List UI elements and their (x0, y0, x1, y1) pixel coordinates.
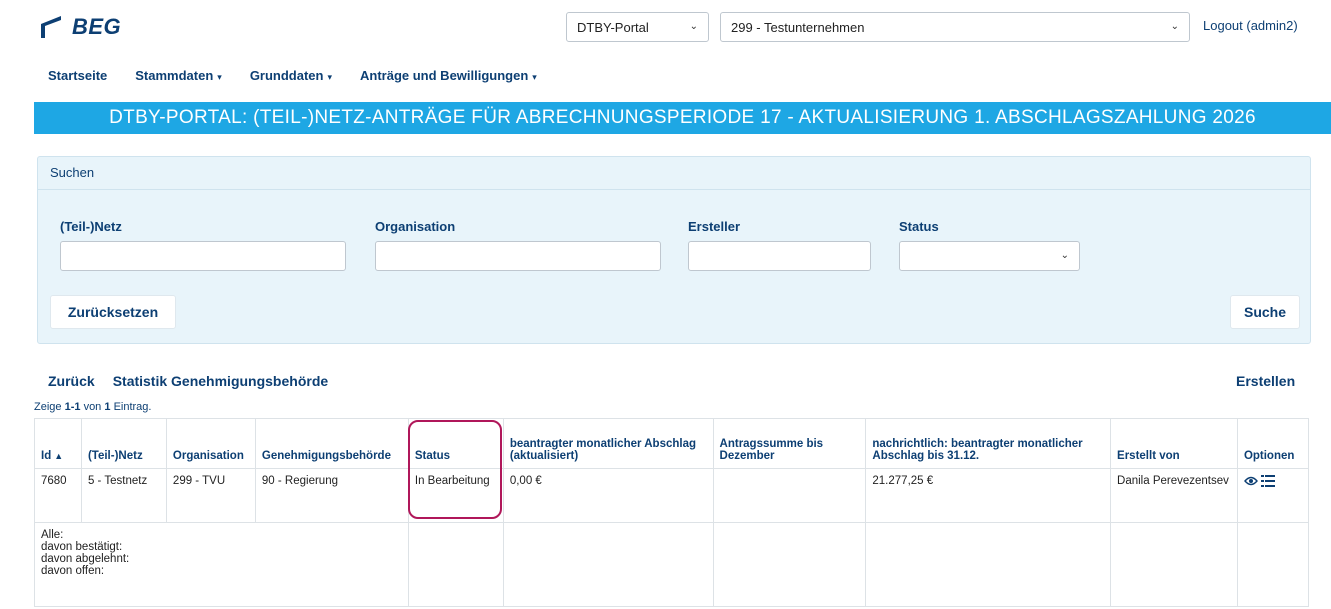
summary-of: von (83, 401, 102, 413)
logo-text: BEG (72, 14, 122, 39)
ersteller-input[interactable] (688, 241, 871, 271)
stats-link[interactable]: Statistik Genehmigungsbehörde (113, 373, 328, 389)
main-nav: Startseite Stammdaten ▾ Grunddaten ▾ Anträ… (48, 68, 537, 83)
sort-ascending-icon: ▲ (54, 451, 64, 461)
nav-antraege-label: Anträge und Bewilligungen (360, 68, 529, 83)
caret-down-icon: ▾ (532, 72, 537, 82)
totals-cell (502, 522, 714, 607)
cell-optionen (1236, 468, 1310, 523)
summary-range: 1-1 (64, 401, 81, 413)
create-link[interactable]: Erstellen (1236, 373, 1295, 389)
col-header-abschlag[interactable]: beantragter monatlicher Abschlag (aktual… (502, 418, 714, 469)
col-header-status[interactable]: Status (407, 418, 504, 469)
back-link[interactable]: Zurück (48, 373, 95, 389)
nav-antraege[interactable]: Anträge und Bewilligungen ▾ (360, 68, 537, 83)
chevron-down-icon: ⌄ (1170, 21, 1179, 32)
search-panel: Suchen (Teil-)Netz Organisation Erstelle… (37, 156, 1311, 344)
cell-nachrichtlich: 21.277,25 € (865, 468, 1112, 523)
col-header-id-label: Id (41, 450, 52, 462)
ersteller-label: Ersteller (688, 219, 741, 234)
chevron-down-icon: ⌄ (1060, 250, 1069, 261)
nav-grunddaten-label: Grunddaten (249, 68, 324, 83)
totals-labels: Alle: davon bestätigt: davon abgelehnt: … (34, 522, 409, 607)
logout-link[interactable]: Logout (admin2) (1203, 18, 1298, 33)
totals-cell (1110, 522, 1238, 607)
action-links: Zurück Statistik Genehmigungsbehörde (48, 373, 328, 389)
totals-abgelehnt: davon abgelehnt: (41, 553, 130, 565)
result-summary: Zeige 1-1 von 1 Eintrag. (34, 401, 151, 413)
totals-bestaetigt: davon bestätigt: (41, 541, 123, 553)
organisation-input[interactable] (375, 241, 661, 271)
nav-grunddaten[interactable]: Grunddaten ▾ (250, 68, 332, 83)
antraege-table: Id ▲ (Teil-)Netz Organisation Genehmigung… (34, 418, 1310, 607)
summary-total: 1 (104, 401, 111, 413)
logo-mark-icon (41, 16, 61, 38)
search-button[interactable]: Suche (1230, 295, 1300, 329)
status-select[interactable]: ⌄ (899, 241, 1080, 271)
caret-down-icon: ▾ (217, 72, 222, 82)
col-header-erstellt[interactable]: Erstellt von (1110, 418, 1238, 469)
summary-suffix: Eintrag. (113, 401, 152, 413)
table-totals-row: Alle: davon bestätigt: davon abgelehnt: … (34, 522, 1310, 607)
cell-id: 7680 (34, 468, 82, 523)
beg-logo[interactable]: BEG (38, 14, 121, 40)
totals-offen: davon offen: (41, 565, 105, 577)
cell-netz: 5 - Testnetz (80, 468, 167, 523)
nav-stammdaten[interactable]: Stammdaten ▾ (135, 68, 222, 83)
col-header-summe[interactable]: Antragssumme bis Dezember (712, 418, 867, 469)
cell-status: In Bearbeitung (407, 468, 504, 523)
nav-home[interactable]: Startseite (48, 68, 107, 83)
search-panel-title: Suchen (50, 165, 95, 180)
company-select[interactable]: 299 - Testunternehmen ⌄ (720, 12, 1190, 42)
col-header-id[interactable]: Id ▲ (34, 418, 82, 469)
netz-label: (Teil-)Netz (60, 219, 122, 234)
chevron-down-icon: ⌄ (689, 21, 698, 32)
col-header-optionen: Optionen (1236, 418, 1310, 469)
cell-organisation: 299 - TVU (165, 468, 256, 523)
cell-erstellt: Danila Perevezentsev (1110, 468, 1238, 523)
nav-stammdaten-label: Stammdaten (135, 68, 214, 83)
reset-button[interactable]: Zurücksetzen (50, 295, 176, 329)
page-title-banner: DTBY-PORTAL: (TEIL-)NETZ-ANTRÄGE FÜR ABR… (34, 102, 1331, 134)
col-header-netz[interactable]: (Teil-)Netz (80, 418, 167, 469)
summary-prefix: Zeige (34, 401, 62, 413)
totals-cell (712, 522, 867, 607)
list-icon[interactable] (1260, 475, 1275, 487)
col-header-nachrichtlich[interactable]: nachrichtlich: beantragter monatlicher A… (865, 418, 1112, 469)
cell-abschlag: 0,00 € (502, 468, 714, 523)
col-header-behoerde[interactable]: Genehmigungsbehörde (254, 418, 409, 469)
cell-behoerde: 90 - Regierung (254, 468, 409, 523)
totals-alle: Alle: (41, 529, 64, 541)
cell-summe (712, 468, 867, 523)
portal-select[interactable]: DTBY-Portal ⌄ (566, 12, 709, 42)
eye-icon[interactable] (1244, 476, 1258, 486)
company-select-value: 299 - Testunternehmen (731, 19, 865, 35)
organisation-label: Organisation (375, 219, 456, 234)
totals-cell (1236, 522, 1310, 607)
totals-cell (865, 522, 1112, 607)
col-header-organisation[interactable]: Organisation (165, 418, 256, 469)
caret-down-icon: ▾ (327, 72, 333, 82)
table-row: 7680 5 - Testnetz 299 - TVU 90 - Regieru… (34, 468, 1310, 523)
status-label: Status (899, 219, 939, 234)
portal-select-value: DTBY-Portal (577, 19, 649, 35)
divider (38, 189, 1310, 190)
table-header-row: Id ▲ (Teil-)Netz Organisation Genehmigung… (34, 418, 1310, 469)
totals-cell (407, 522, 504, 607)
netz-input[interactable] (60, 241, 346, 271)
